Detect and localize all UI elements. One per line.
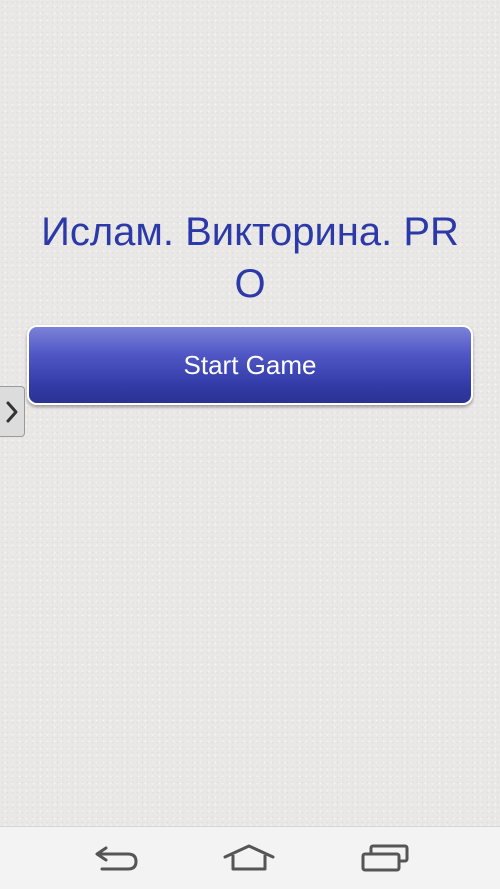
- chevron-right-icon: [6, 401, 18, 422]
- start-game-button[interactable]: Start Game: [27, 325, 473, 405]
- back-icon: [95, 846, 138, 871]
- app-screen: Ислам. Викторина. PRO Start Game: [0, 0, 500, 826]
- back-button[interactable]: [85, 839, 145, 877]
- recent-apps-button[interactable]: [355, 839, 415, 877]
- recent-apps-icon: [361, 844, 409, 872]
- system-navigation-bar: [0, 826, 500, 889]
- home-button[interactable]: [219, 839, 279, 877]
- drawer-handle[interactable]: [0, 386, 25, 437]
- home-icon: [223, 844, 275, 871]
- app-title: Ислам. Викторина. PRO: [41, 210, 459, 306]
